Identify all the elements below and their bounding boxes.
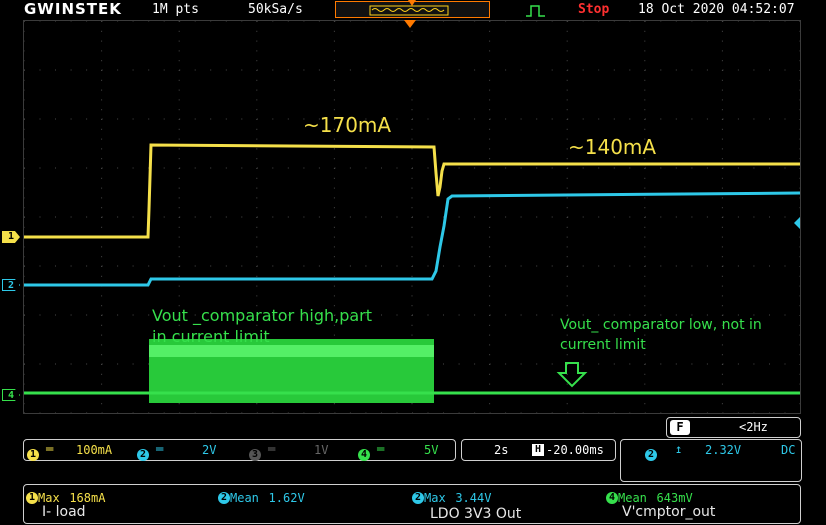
trigger-level: 2.32V <box>705 443 742 457</box>
measurement-2[interactable]: 2 Mean 1.62V <box>218 487 305 506</box>
trigger-position-icon <box>404 20 416 28</box>
measurement-3-name: LDO 3V3 Out <box>430 506 522 522</box>
horizontal-position-icon: H <box>532 444 544 456</box>
ch1-offset-marker[interactable]: 1 <box>2 231 20 243</box>
ch3-coupling-icon: ═ <box>268 442 276 456</box>
measurement-4-name: V'cmptor_out <box>622 504 716 520</box>
ch4-coupling-icon: ═ <box>377 442 385 456</box>
annotation-comparator-high-1: Vout _comparator high,part <box>152 306 373 325</box>
ch2-offset-marker[interactable]: 2 <box>2 279 20 291</box>
measurement-panel[interactable]: 1 Max 168mA I- load 2 Mean 1.62V 2 Max 3.44… <box>23 484 801 524</box>
annotation-comparator-low-1: Vout_ comparator low, not in <box>560 317 762 333</box>
timebase-offset: -20.00ms <box>546 443 604 457</box>
ch2-right-marker <box>794 217 800 229</box>
graticule <box>24 21 800 413</box>
ch4-offset-marker[interactable]: 4 <box>2 389 20 401</box>
ch4-indicator[interactable]: 4 <box>358 444 370 463</box>
annotation-current-low: ~140mA <box>568 135 657 159</box>
record-length: 1M pts <box>152 2 199 17</box>
measurement-1-name: I- load <box>42 504 86 520</box>
annotation-comparator-high-2: in current limit <box>152 327 270 346</box>
ch3-scale: 1V <box>314 443 329 457</box>
ch1-scale: 100mA <box>76 443 113 457</box>
date-time: 18 Oct 2020 04:52:07 <box>638 2 795 17</box>
trigger-coupling: DC <box>781 443 796 457</box>
ch2-scale: 2V <box>202 443 217 457</box>
annotation-comparator-low-2: current limit <box>560 337 646 353</box>
frequency-icon: F <box>670 420 690 435</box>
channel-settings-bar[interactable]: 1 ═ 100mA 2 ═ 2V 3 ═ 1V 4 ═ 5V <box>23 439 456 461</box>
ch2-indicator[interactable]: 2 <box>137 444 149 463</box>
trigger-source-indicator: 2 <box>645 444 657 463</box>
ch3-indicator[interactable]: 3 <box>249 444 261 463</box>
trigger-frequency: <2Hz <box>739 420 768 434</box>
ch2-waveform <box>24 191 800 287</box>
ch4-scale: 5V <box>424 443 439 457</box>
annotation-current-high: ~170mA <box>303 113 392 137</box>
run-stop-status[interactable]: Stop <box>578 2 609 17</box>
timebase-scale: 2s <box>494 443 509 457</box>
measurement-3[interactable]: 2 Max 3.44V <box>412 487 491 506</box>
trigger-position-top-icon <box>408 0 416 6</box>
sample-rate: 50kSa/s <box>248 2 303 17</box>
timebase-box[interactable]: 2s H -20.00ms <box>461 439 616 461</box>
trigger-frequency-box[interactable]: F <2Hz <box>666 417 801 438</box>
ch2-coupling-icon: ═ <box>156 442 164 456</box>
ch1-indicator[interactable]: 1 <box>27 444 39 463</box>
trigger-slope-icon: ↥ <box>675 442 683 456</box>
down-arrow-icon <box>556 362 588 388</box>
trigger-settings-box[interactable]: 2 ↥ 2.32V DC <box>620 439 802 482</box>
waveform-display <box>23 20 801 414</box>
ch1-coupling-icon: ═ <box>46 442 54 456</box>
brand-logo: GWINSTEK <box>24 0 122 18</box>
